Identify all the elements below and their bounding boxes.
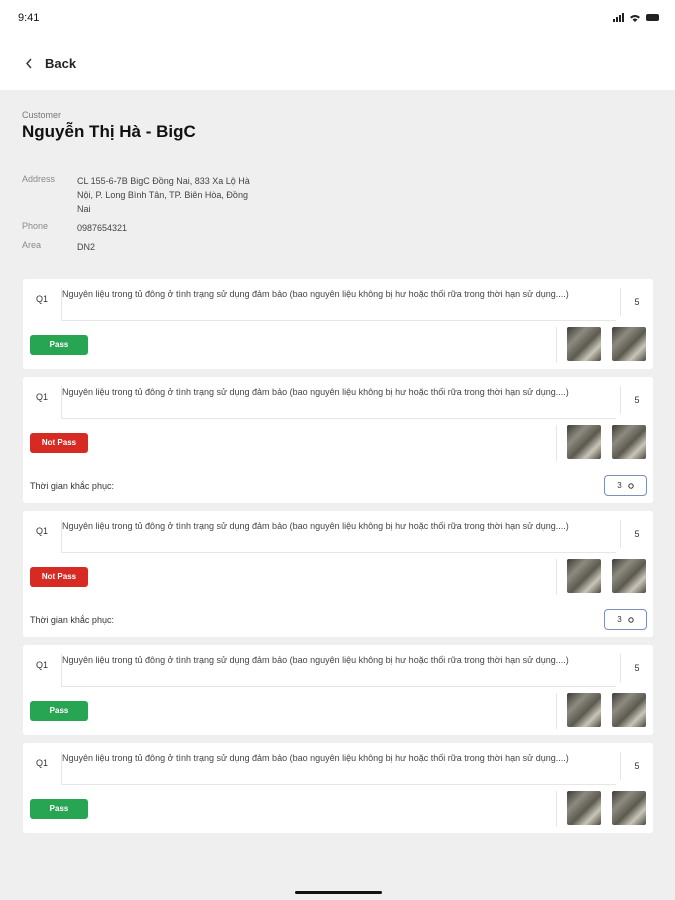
address-value: CL 155-6-7B BigC Đồng Nai, 833 Xa Lộ Hà … [77,176,250,214]
divider [61,552,616,553]
question-row: Q1 Nguyên liệu trong tủ đông ở tình trạn… [23,743,653,785]
photo-thumbnail[interactable] [612,693,646,727]
divider [556,327,557,363]
divider [61,686,616,687]
question-text: Nguyên liệu trong tủ đông ở tình trạng s… [61,288,613,321]
status-badge-pass[interactable]: Pass [30,701,88,721]
question-row: Q1 Nguyên liệu trong tủ đông ở tình trạn… [23,377,653,419]
wifi-icon [630,14,640,22]
status-badge-pass[interactable]: Pass [30,799,88,819]
phone-value: 0987654321 [77,223,128,233]
question-score: 5 [620,654,653,682]
photo-thumbnail[interactable] [567,559,601,593]
status-time: 9:41 [18,12,40,24]
back-label: Back [45,56,77,71]
question-number: Q1 [36,758,49,768]
photo-thumbnail[interactable] [567,791,601,825]
question-number: Q1 [36,392,49,402]
phone-row: Phone 0987654321 [22,221,262,235]
area-label: Area [22,240,42,250]
divider [556,425,557,461]
divider [61,784,616,785]
question-score: 5 [620,752,653,780]
question-score: 5 [620,288,653,316]
photo-thumbnail[interactable] [612,791,646,825]
divider [61,320,616,321]
fix-time-label: Thời gian khắc phục: [30,615,114,625]
address-label: Address [22,174,56,184]
photo-thumbnail[interactable] [567,693,601,727]
status-badge-not-pass[interactable]: Not Pass [30,567,88,587]
area-row: Area DN2 [22,240,262,254]
question-row: Q1 Nguyên liệu trong tủ đông ở tình trạn… [23,279,653,321]
status-badge-pass[interactable]: Pass [30,335,88,355]
customer-name: Nguyễn Thị Hà - BigC [22,122,196,141]
checklist-card: Q1 Nguyên liệu trong tủ đông ở tình trạn… [23,645,653,735]
fix-time-value: 3 [617,481,622,490]
question-row: Q1 Nguyên liệu trong tủ đông ở tình trạn… [23,645,653,687]
area-value: DN2 [77,242,96,252]
photo-thumbnail[interactable] [612,559,646,593]
customer-label: Customer [22,110,62,120]
divider [556,559,557,595]
phone-label: Phone [22,221,49,231]
battery-icon [646,14,659,21]
fix-time-label: Thời gian khắc phục: [30,481,114,491]
question-number: Q1 [36,660,49,670]
divider [556,693,557,729]
photo-thumbnail[interactable] [567,425,601,459]
question-score: 5 [620,386,653,414]
fix-time-stepper[interactable]: 3 [604,475,647,496]
question-row: Q1 Nguyên liệu trong tủ đông ở tình trạn… [23,511,653,553]
checklist-card: Q1 Nguyên liệu trong tủ đông ở tình trạn… [23,377,653,503]
customer-info: Customer Nguyễn Thị Hà - BigC Address CL… [22,110,662,252]
question-number: Q1 [36,526,49,536]
status-bar: 9:41 [0,0,675,40]
cellular-signal-icon [613,13,624,22]
question-text: Nguyên liệu trong tủ đông ở tình trạng s… [61,654,613,687]
question-number: Q1 [36,294,49,304]
checklist-card: Q1 Nguyên liệu trong tủ đông ở tình trạn… [23,511,653,637]
back-button[interactable]: Back [25,56,76,71]
question-text: Nguyên liệu trong tủ đông ở tình trạng s… [61,752,613,785]
divider [556,791,557,827]
checklist-card: Q1 Nguyên liệu trong tủ đông ở tình trạn… [23,279,653,369]
question-text: Nguyên liệu trong tủ đông ở tình trạng s… [61,386,613,419]
fix-time-stepper[interactable]: 3 [604,609,647,630]
address-row: Address CL 155-6-7B BigC Đồng Nai, 833 X… [22,174,262,216]
photo-thumbnail[interactable] [612,327,646,361]
question-text: Nguyên liệu trong tủ đông ở tình trạng s… [61,520,613,553]
checklist-card: Q1 Nguyên liệu trong tủ đông ở tình trạn… [23,743,653,833]
fix-time-value: 3 [617,615,622,624]
nav-bar: Back [0,40,675,90]
photo-thumbnail[interactable] [612,425,646,459]
divider [61,418,616,419]
status-badge-not-pass[interactable]: Not Pass [30,433,88,453]
home-indicator [295,891,382,894]
question-score: 5 [620,520,653,548]
chevron-left-icon [26,58,32,69]
status-icons [613,13,659,22]
chevron-icon [628,482,634,489]
photo-thumbnail[interactable] [567,327,601,361]
chevron-icon [628,616,634,623]
